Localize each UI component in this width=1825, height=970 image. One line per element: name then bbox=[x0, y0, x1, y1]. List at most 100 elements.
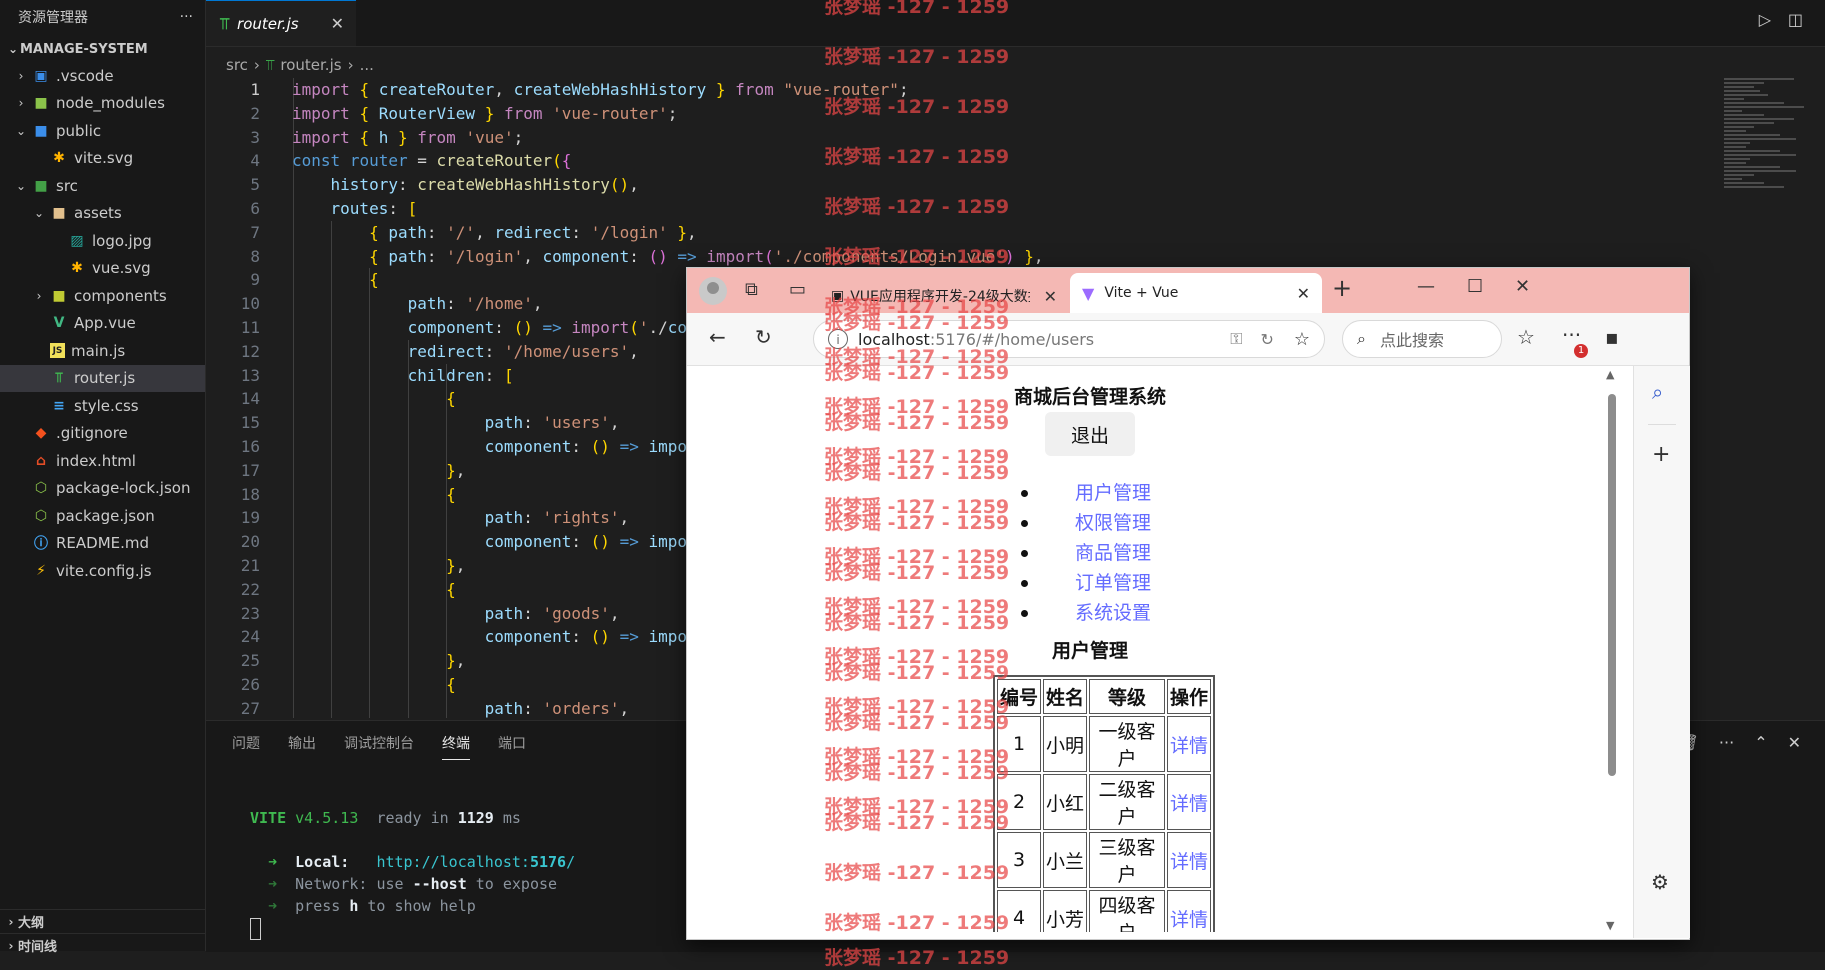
scroll-up-icon[interactable]: ▲ bbox=[1606, 368, 1614, 381]
project-root[interactable]: ⌄ MANAGE-SYSTEM bbox=[0, 36, 205, 62]
tree-item[interactable]: ▨ logo.jpg bbox=[0, 227, 205, 255]
favorites-icon[interactable]: ☆ bbox=[1517, 325, 1535, 349]
code-text: children: [ bbox=[407, 365, 514, 385]
tree-item[interactable]: ⓘ README.md bbox=[0, 530, 205, 558]
menu-item[interactable]: 商品管理 bbox=[1021, 538, 1151, 568]
detail-link[interactable]: 详情 bbox=[1167, 774, 1212, 830]
breadcrumb-src[interactable]: src bbox=[226, 56, 248, 74]
line-number: 7 bbox=[250, 222, 260, 242]
more-actions-icon[interactable]: ··· bbox=[1719, 733, 1734, 752]
search-box[interactable]: ⌕ 点此搜索 bbox=[1342, 320, 1502, 358]
tab-problems[interactable]: 问题 bbox=[232, 733, 260, 760]
cell-name: 小红 bbox=[1043, 774, 1088, 830]
tree-item[interactable]: › ■ node_modules bbox=[0, 90, 205, 118]
tree-item[interactable]: ⬡ package-lock.json bbox=[0, 475, 205, 503]
close-icon[interactable]: ✕ bbox=[1788, 733, 1801, 752]
logout-button[interactable]: 退出 bbox=[1045, 412, 1135, 456]
detail-link[interactable]: 详情 bbox=[1167, 890, 1212, 932]
workspaces-icon[interactable]: ⧉ bbox=[745, 279, 758, 300]
node-json-icon: ⬡ bbox=[34, 480, 48, 497]
code-line: 8 { path: '/login', component: () => imp… bbox=[206, 245, 1726, 269]
tab-ports[interactable]: 端口 bbox=[498, 733, 526, 760]
close-icon[interactable]: ✕ bbox=[1297, 284, 1310, 303]
vscode-folder-icon: ▣ bbox=[34, 67, 48, 84]
menu-item[interactable]: 用户管理 bbox=[1021, 478, 1151, 508]
search-icon[interactable]: ⌕ bbox=[1652, 380, 1663, 404]
terminal-output[interactable]: VITE v4.5.13 ready in 1129 ms ➜ Local: h… bbox=[250, 807, 575, 940]
local-url[interactable]: http://localhost:5176/ bbox=[376, 853, 575, 871]
tree-item[interactable]: ✱ vue.svg bbox=[0, 255, 205, 283]
tree-item[interactable]: ⌄ ■ public bbox=[0, 117, 205, 145]
tree-item[interactable]: ⌄ ■ src bbox=[0, 172, 205, 200]
run-icon[interactable]: ▷ bbox=[1759, 10, 1771, 29]
scroll-down-icon[interactable]: ▼ bbox=[1606, 919, 1614, 932]
bullet bbox=[1021, 490, 1028, 497]
tab-debug-console[interactable]: 调试控制台 bbox=[344, 733, 414, 760]
menu-item[interactable]: 订单管理 bbox=[1021, 568, 1151, 598]
menu-link-orders[interactable]: 订单管理 bbox=[1075, 572, 1151, 594]
split-editor-icon[interactable]: ◫ bbox=[1788, 10, 1803, 29]
page-scrollbar[interactable]: ▲ ▼ bbox=[1605, 368, 1619, 932]
scroll-thumb[interactable] bbox=[1608, 394, 1616, 776]
section-title: 用户管理 bbox=[1051, 640, 1128, 662]
maximize-icon[interactable]: ☐ bbox=[1467, 276, 1483, 297]
tree-item[interactable]: V App.vue bbox=[0, 310, 205, 338]
tree-item[interactable]: ◆ .gitignore bbox=[0, 420, 205, 448]
browser-tab-vite[interactable]: ▼ Vite + Vue ✕ bbox=[1070, 273, 1322, 313]
breadcrumb-file[interactable]: router.js bbox=[280, 56, 341, 74]
address-bar[interactable]: i localhost:5176/#/home/users ⚿ ↻ ☆ bbox=[813, 320, 1325, 358]
tree-item[interactable]: ⬡ package.json bbox=[0, 502, 205, 530]
detail-link[interactable]: 详情 bbox=[1167, 716, 1212, 772]
tree-item[interactable]: › ▣ .vscode bbox=[0, 62, 205, 90]
close-window-icon[interactable]: ✕ bbox=[1515, 276, 1530, 297]
code-text: }, bbox=[446, 651, 466, 671]
menu-item[interactable]: 系统设置 bbox=[1021, 598, 1151, 628]
explorer-title: 资源管理器 bbox=[18, 10, 88, 26]
tree-item[interactable]: ⫪ router.js bbox=[0, 364, 205, 392]
menu-link-settings[interactable]: 系统设置 bbox=[1075, 602, 1151, 624]
translate-icon[interactable]: ↻ bbox=[1260, 330, 1273, 349]
tree-item[interactable]: JS main.js bbox=[0, 337, 205, 365]
more-actions-icon[interactable]: ··· bbox=[180, 9, 193, 25]
refresh-icon[interactable]: ↻ bbox=[755, 325, 772, 349]
minimap[interactable] bbox=[1724, 78, 1814, 228]
menu-link-rights[interactable]: 权限管理 bbox=[1075, 512, 1151, 534]
tree-item[interactable]: ≡ style.css bbox=[0, 392, 205, 420]
code-text: }, bbox=[446, 555, 466, 575]
outline-section[interactable]: › 大纲 bbox=[0, 909, 206, 933]
code-text: { bbox=[446, 579, 456, 599]
key-icon[interactable]: ⚿ bbox=[1230, 329, 1242, 349]
page-icon: ▣ bbox=[831, 288, 845, 304]
line-number: 26 bbox=[240, 674, 260, 694]
menu-item[interactable]: 权限管理 bbox=[1021, 508, 1151, 538]
new-tab-icon[interactable]: + bbox=[1332, 274, 1352, 302]
browser-tab-course[interactable]: ▣ VUE应用程序开发-24级大数据4班 ✕ bbox=[819, 276, 1069, 316]
settings-gear-icon[interactable]: ⚙ bbox=[1651, 870, 1669, 894]
tab-output[interactable]: 输出 bbox=[288, 733, 316, 760]
add-icon[interactable]: + bbox=[1652, 442, 1670, 467]
tab-terminal[interactable]: 终端 bbox=[442, 733, 470, 760]
tree-item[interactable]: ✱ vite.svg bbox=[0, 145, 205, 173]
tree-item[interactable]: ⚡ vite.config.js bbox=[0, 557, 205, 585]
menu-link-goods[interactable]: 商品管理 bbox=[1075, 542, 1151, 564]
favorite-star-icon[interactable]: ☆ bbox=[1294, 329, 1310, 350]
tab-actions-icon[interactable]: ▭ bbox=[789, 279, 806, 300]
close-icon[interactable]: ✕ bbox=[331, 14, 344, 33]
profile-avatar[interactable] bbox=[699, 277, 727, 305]
close-icon[interactable]: ✕ bbox=[1044, 287, 1057, 306]
tree-item[interactable]: › ■ components bbox=[0, 282, 205, 310]
tab-router-js[interactable]: ⫪ router.js ✕ bbox=[206, 0, 356, 46]
detail-link[interactable]: 详情 bbox=[1167, 832, 1212, 888]
menu-link-users[interactable]: 用户管理 bbox=[1075, 482, 1151, 504]
browser-tab-course-title: VUE应用程序开发-24级大数据4班 bbox=[850, 289, 1030, 305]
site-info-icon[interactable]: i bbox=[828, 329, 848, 349]
tree-item[interactable]: ⌂ index.html bbox=[0, 447, 205, 475]
code-text: import { RouterView } from 'vue-router'; bbox=[292, 103, 678, 123]
breadcrumb-more[interactable]: ... bbox=[360, 56, 374, 74]
sidebar-toggle-icon[interactable]: ▪ bbox=[1605, 325, 1619, 349]
chevron-up-icon[interactable]: ⌃ bbox=[1754, 733, 1767, 752]
minimize-icon[interactable]: — bbox=[1417, 276, 1435, 297]
back-icon[interactable]: ← bbox=[709, 325, 726, 349]
timeline-section[interactable]: › 时间线 bbox=[0, 933, 206, 957]
tree-item[interactable]: ⌄ ■ assets bbox=[0, 200, 205, 228]
